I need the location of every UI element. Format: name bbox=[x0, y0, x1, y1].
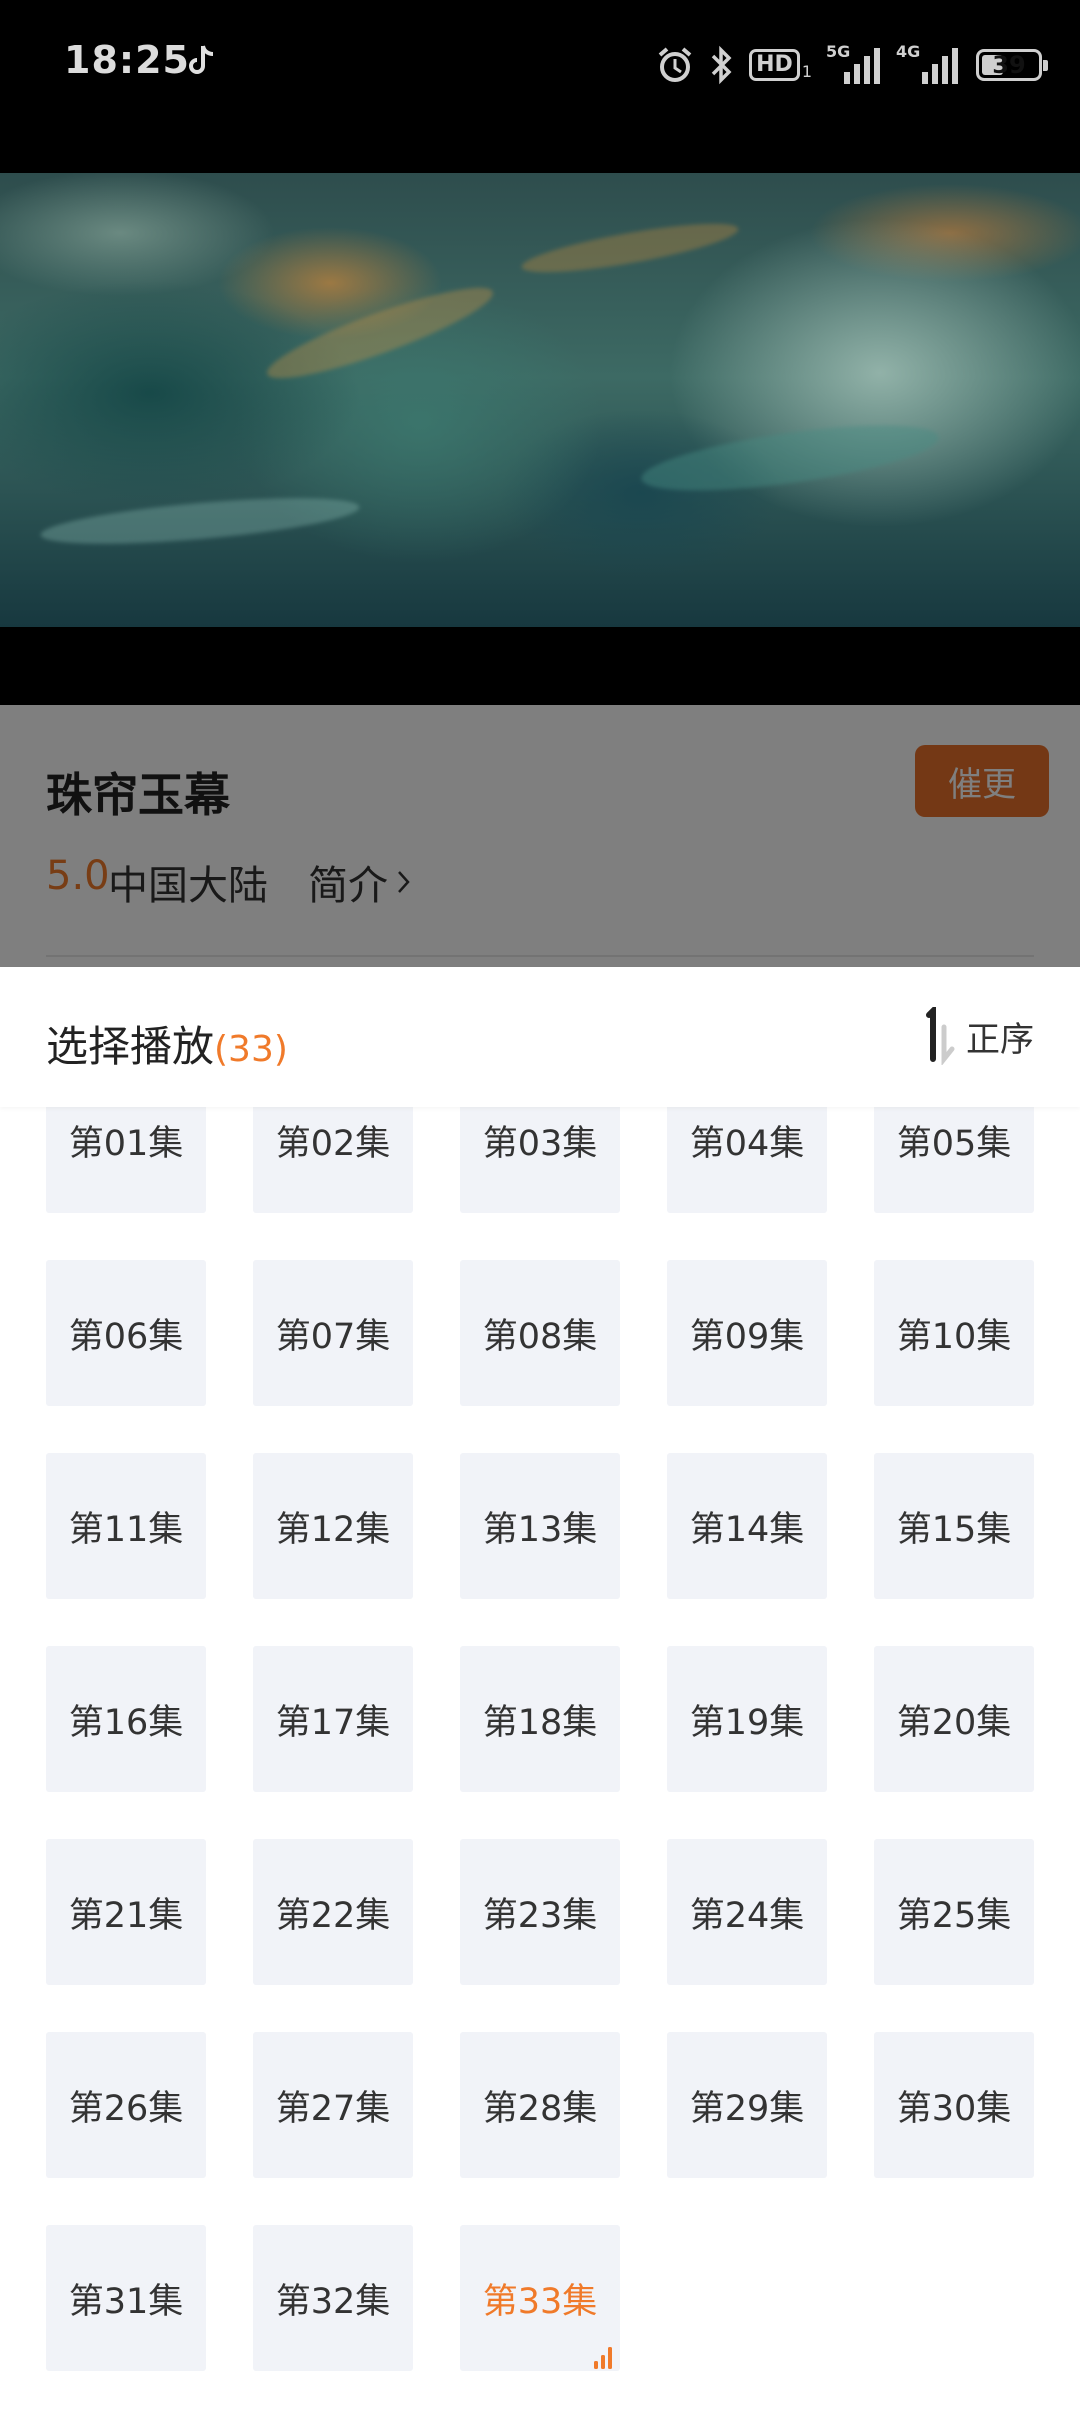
video-frame bbox=[0, 173, 1080, 627]
episode-label: 第26集 bbox=[68, 2088, 184, 2129]
sort-order-icon bbox=[926, 1007, 955, 1065]
episode-tile[interactable]: 第13集 bbox=[460, 1453, 620, 1599]
episode-sheet-title-text: 选择播放 bbox=[46, 1022, 215, 1071]
episode-label: 第02集 bbox=[275, 1123, 391, 1164]
episode-tile[interactable]: 第17集 bbox=[253, 1646, 413, 1792]
episode-label: 第13集 bbox=[482, 1509, 598, 1550]
episode-tile[interactable]: 第11集 bbox=[46, 1453, 206, 1599]
episode-tile[interactable]: 第09集 bbox=[667, 1260, 827, 1406]
episode-tile[interactable]: 第24集 bbox=[667, 1839, 827, 1985]
episode-tile[interactable]: 第20集 bbox=[874, 1646, 1034, 1792]
episode-label: 第03集 bbox=[482, 1123, 598, 1164]
episode-grid-inner: 第01集 第02集 第03集 第04集 第05集第06集 第07集 第08集 第09集 第10集… bbox=[46, 1107, 1034, 2371]
episode-tile[interactable]: 第07集 bbox=[253, 1260, 413, 1406]
battery-level: 39 bbox=[992, 51, 1026, 79]
episode-label: 第12集 bbox=[275, 1509, 391, 1550]
episode-label: 第22集 bbox=[275, 1895, 391, 1936]
episode-label: 第23集 bbox=[482, 1895, 598, 1936]
episode-label: 第01集 bbox=[68, 1123, 184, 1164]
episode-label: 第16集 bbox=[68, 1702, 184, 1743]
battery-icon: 39 bbox=[976, 49, 1048, 81]
episode-label: 第19集 bbox=[689, 1702, 805, 1743]
alarm-icon bbox=[658, 47, 692, 82]
episode-label: 第29集 bbox=[689, 2088, 805, 2129]
status-time: 18:25 bbox=[64, 38, 190, 82]
episode-label: 第15集 bbox=[896, 1509, 1012, 1550]
episode-label: 第20集 bbox=[896, 1702, 1012, 1743]
hd-icon: HD 1 bbox=[749, 49, 812, 81]
episode-tile[interactable]: 第31集 bbox=[46, 2225, 206, 2371]
episode-tile[interactable]: 第14集 bbox=[667, 1453, 827, 1599]
episode-label: 第30集 bbox=[896, 2088, 1012, 2129]
sort-label: 正序 bbox=[966, 1019, 1034, 1060]
episode-tile[interactable]: 第32集 bbox=[253, 2225, 413, 2371]
episode-label: 第08集 bbox=[482, 1316, 598, 1357]
episode-tile[interactable]: 第02集 bbox=[253, 1107, 413, 1213]
episode-label: 第05集 bbox=[896, 1123, 1012, 1164]
episode-tile[interactable]: 第28集 bbox=[460, 2032, 620, 2178]
sort-toggle[interactable]: 正序 bbox=[916, 1007, 1034, 1065]
episode-label: 第31集 bbox=[68, 2281, 184, 2322]
episode-tile[interactable]: 第18集 bbox=[460, 1646, 620, 1792]
episode-tile[interactable]: 第23集 bbox=[460, 1839, 620, 1985]
episode-tile[interactable]: 第03集 bbox=[460, 1107, 620, 1213]
episode-label: 第33集 bbox=[482, 2281, 598, 2322]
dim-overlay[interactable] bbox=[0, 705, 1080, 967]
episode-sheet-title: 选择播放(33) bbox=[46, 1013, 288, 1074]
episode-tile[interactable]: 第26集 bbox=[46, 2032, 206, 2178]
bluetooth-icon bbox=[711, 45, 732, 85]
episode-label: 第04集 bbox=[689, 1123, 805, 1164]
episode-tile[interactable]: 第06集 bbox=[46, 1260, 206, 1406]
episode-label: 第18集 bbox=[482, 1702, 598, 1743]
episode-tile[interactable]: 第12集 bbox=[253, 1453, 413, 1599]
episode-tile[interactable]: 第10集 bbox=[874, 1260, 1034, 1406]
episode-label: 第10集 bbox=[896, 1316, 1012, 1357]
video-player[interactable] bbox=[0, 173, 1080, 705]
episode-tile[interactable]: 第33集 bbox=[460, 2225, 620, 2371]
episode-tile[interactable]: 第30集 bbox=[874, 2032, 1034, 2178]
episode-sheet: 选择播放(33) 正序 第01集 第02集 第03集 第04集 第05集第06集 第07集… bbox=[0, 967, 1080, 2414]
episode-label: 第11集 bbox=[68, 1509, 184, 1550]
episode-tile[interactable]: 第27集 bbox=[253, 2032, 413, 2178]
episode-grid: 第01集 第02集 第03集 第04集 第05集第06集 第07集 第08集 第09集 第10集… bbox=[0, 1107, 1080, 2414]
episode-tile[interactable]: 第19集 bbox=[667, 1646, 827, 1792]
episode-label: 第32集 bbox=[275, 2281, 391, 2322]
episode-label: 第06集 bbox=[68, 1316, 184, 1357]
episode-tile[interactable]: 第04集 bbox=[667, 1107, 827, 1213]
episode-label: 第14集 bbox=[689, 1509, 805, 1550]
episode-tile[interactable]: 第25集 bbox=[874, 1839, 1034, 1985]
status-icons: HD 1 5G 4G 39 bbox=[655, 40, 1048, 90]
episode-tile[interactable]: 第21集 bbox=[46, 1839, 206, 1985]
status-bar: 18:25 HD 1 5G 4G 39 bbox=[0, 0, 1080, 173]
now-playing-icon bbox=[594, 2347, 612, 2369]
episode-label: 第25集 bbox=[896, 1895, 1012, 1936]
episode-label: 第28集 bbox=[482, 2088, 598, 2129]
episode-label: 第17集 bbox=[275, 1702, 391, 1743]
episode-label: 第21集 bbox=[68, 1895, 184, 1936]
signal-5g-icon: 5G bbox=[826, 42, 882, 86]
episode-label: 第24集 bbox=[689, 1895, 805, 1936]
episode-count: (33) bbox=[214, 1029, 288, 1070]
episode-tile[interactable]: 第15集 bbox=[874, 1453, 1034, 1599]
episode-tile[interactable]: 第16集 bbox=[46, 1646, 206, 1792]
signal-4g-icon: 4G bbox=[896, 42, 962, 86]
episode-tile[interactable]: 第08集 bbox=[460, 1260, 620, 1406]
episode-tile[interactable]: 第01集 bbox=[46, 1107, 206, 1213]
episode-tile[interactable]: 第29集 bbox=[667, 2032, 827, 2178]
episode-label: 第07集 bbox=[275, 1316, 391, 1357]
tiktok-icon bbox=[189, 45, 214, 74]
episode-tile[interactable]: 第05集 bbox=[874, 1107, 1034, 1213]
episode-tile[interactable]: 第22集 bbox=[253, 1839, 413, 1985]
episode-label: 第27集 bbox=[275, 2088, 391, 2129]
episode-label: 第09集 bbox=[689, 1316, 805, 1357]
episode-sheet-header: 选择播放(33) 正序 bbox=[0, 967, 1080, 1107]
